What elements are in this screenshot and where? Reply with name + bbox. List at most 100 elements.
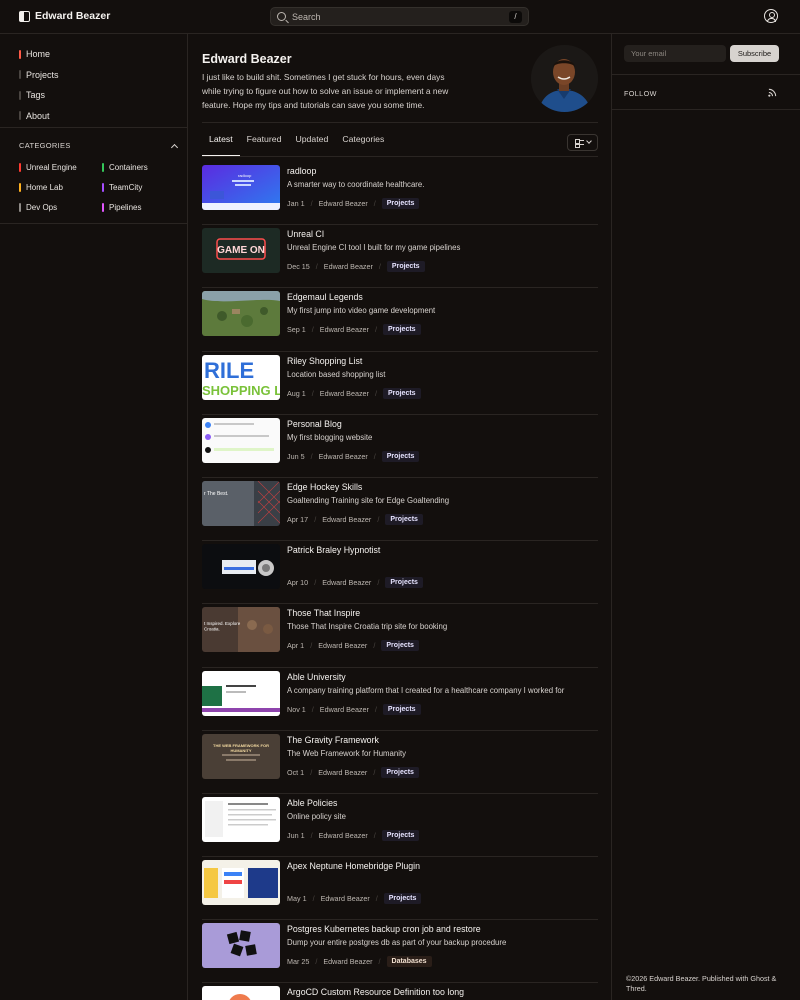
post-thumbnail[interactable]: RILE SHOPPING L [202,354,280,400]
post-item[interactable]: t Inspired. Explore Croatia. Those That I… [202,604,598,668]
post-author[interactable]: Edward Beazer [322,515,371,524]
categories-toggle[interactable]: CATEGORIES [19,141,179,151]
post-item[interactable]: GAME ON Unreal CI Unreal Engine CI tool … [202,225,598,289]
post-title[interactable]: Patrick Braley Hypnotist [287,545,380,555]
category-unreal-engine[interactable]: Unreal Engine [19,157,102,177]
post-author[interactable]: Edward Beazer [318,768,367,777]
post-title[interactable]: Postgres Kubernetes backup cron job and … [287,924,481,934]
post-author[interactable]: Edward Beazer [324,262,373,271]
post-title[interactable]: The Gravity Framework [287,735,379,745]
post-tag[interactable]: Projects [382,703,421,715]
post-item[interactable]: Patrick Braley Hypnotist Apr 10/ Edward … [202,541,598,605]
post-title[interactable]: Riley Shopping List [287,356,362,366]
post-tag[interactable]: Projects [381,640,419,652]
search-bar[interactable]: / [270,7,529,26]
brand-link[interactable]: Edward Beazer [19,10,110,22]
post-item[interactable]: RILE SHOPPING L Riley Shopping List Loca… [202,352,598,415]
post-thumbnail[interactable]: t Inspired. Explore Croatia. [202,607,280,653]
nav-item-about[interactable]: About [19,106,59,127]
post-title[interactable]: Those That Inspire [287,608,360,618]
post-title[interactable]: Personal Blog [287,419,342,429]
post-item[interactable]: Personal Blog My first blogging website … [202,415,598,478]
chevron-down-icon [585,138,592,144]
post-tag[interactable]: Projects [383,893,422,905]
post-item[interactable]: r The Best. Edge Hockey Skills Goaltendi… [202,478,598,542]
post-title[interactable]: Edgemaul Legends [287,292,363,302]
post-thumbnail[interactable]: r The Best. [202,480,280,526]
post-title[interactable]: Unreal CI [287,229,324,239]
post-thumbnail[interactable] [202,986,280,1000]
subscribe-button[interactable]: Subscribe [730,45,779,62]
post-tag[interactable]: Projects [381,829,420,841]
post-tag[interactable]: Projects [385,513,423,525]
nav-item-tags[interactable]: Tags [19,85,59,106]
tab-featured[interactable]: Featured [240,134,289,156]
list-view-icon [574,139,584,148]
post-title[interactable]: Able Policies [287,798,337,808]
post-tag[interactable]: Projects [382,387,421,399]
post-tag[interactable]: Projects [382,324,421,336]
post-tag[interactable]: Projects [381,766,419,778]
divider [0,127,187,128]
post-tag[interactable]: Databases [386,956,432,968]
post-tag[interactable]: Projects [386,261,425,273]
post-item[interactable]: Able Policies Online policy site Jun 1/ … [202,794,598,858]
post-thumbnail[interactable]: THE WEB FRAMEWORK FOR HUMANITY [202,733,280,779]
post-author[interactable]: Edward Beazer [320,705,369,714]
post-item[interactable]: ArgoCD Custom Resource Definition too lo… [202,983,598,1000]
post-thumbnail[interactable]: radloop [202,165,280,210]
nav-item-projects[interactable]: Projects [19,65,59,86]
category-containers[interactable]: Containers [102,157,179,177]
post-thumbnail[interactable]: GAME ON [202,228,280,274]
post-author[interactable]: Edward Beazer [320,325,369,334]
post-item[interactable]: Postgres Kubernetes backup cron job and … [202,920,598,984]
post-item[interactable]: Edgemaul Legends My first jump into vide… [202,288,598,352]
post-thumbnail[interactable] [202,796,280,842]
post-author[interactable]: Edward Beazer [319,452,368,461]
category-home-lab[interactable]: Home Lab [19,177,102,197]
post-author[interactable]: Edward Beazer [321,894,370,903]
post-author[interactable]: Edward Beazer [322,578,371,587]
post-thumbnail[interactable] [202,544,280,590]
category-dev-ops[interactable]: Dev Ops [19,197,102,217]
category-teamcity[interactable]: TeamCity [102,177,179,197]
category-pipelines[interactable]: Pipelines [102,197,179,217]
post-date: Nov 1 [287,704,306,714]
post-excerpt: Those That Inspire Croatia trip site for… [287,622,448,632]
post-thumbnail[interactable] [202,291,280,337]
post-item[interactable]: Apex Neptune Homebridge Plugin May 1/ Ed… [202,857,598,921]
search-input[interactable] [292,11,503,22]
post-tag[interactable]: Projects [381,450,420,462]
email-field[interactable] [624,45,726,62]
view-toggle-button[interactable] [567,134,598,151]
post-author[interactable]: Edward Beazer [319,831,368,840]
post-author[interactable]: Edward Beazer [323,957,372,966]
tab-latest[interactable]: Latest [202,134,240,156]
post-item[interactable]: THE WEB FRAMEWORK FOR HUMANITY The Gravit… [202,731,598,794]
post-title[interactable]: radloop [287,166,316,176]
post-title[interactable]: Able University [287,672,346,682]
post-title[interactable]: Edge Hockey Skills [287,482,362,492]
post-author[interactable]: Edward Beazer [319,199,368,208]
post-title[interactable]: Apex Neptune Homebridge Plugin [287,861,420,871]
post-excerpt: Dump your entire postgres db as part of … [287,938,507,948]
post-title[interactable]: ArgoCD Custom Resource Definition too lo… [287,987,464,997]
tab-categories[interactable]: Categories [335,134,391,156]
post-item[interactable]: radloop radloop A smarter way to coordin… [202,162,598,226]
post-thumbnail[interactable] [202,417,280,463]
post-item[interactable]: Able University A company training platf… [202,668,598,731]
post-meta: May 1/ Edward Beazer / Projects [287,893,422,905]
tab-updated[interactable]: Updated [288,134,335,156]
post-tag[interactable]: Projects [381,198,420,209]
post-tag[interactable]: Projects [385,577,423,589]
post-author[interactable]: Edward Beazer [318,641,367,650]
nav-item-home[interactable]: Home [19,44,59,65]
divider [612,74,800,75]
post-author[interactable]: Edward Beazer [320,389,369,398]
rss-icon[interactable] [768,88,777,97]
post-thumbnail[interactable] [202,860,280,906]
post-excerpt: Unreal Engine CI tool I built for my gam… [287,243,461,253]
post-thumbnail[interactable] [202,923,280,969]
account-icon[interactable] [764,9,778,23]
post-thumbnail[interactable] [202,670,280,716]
